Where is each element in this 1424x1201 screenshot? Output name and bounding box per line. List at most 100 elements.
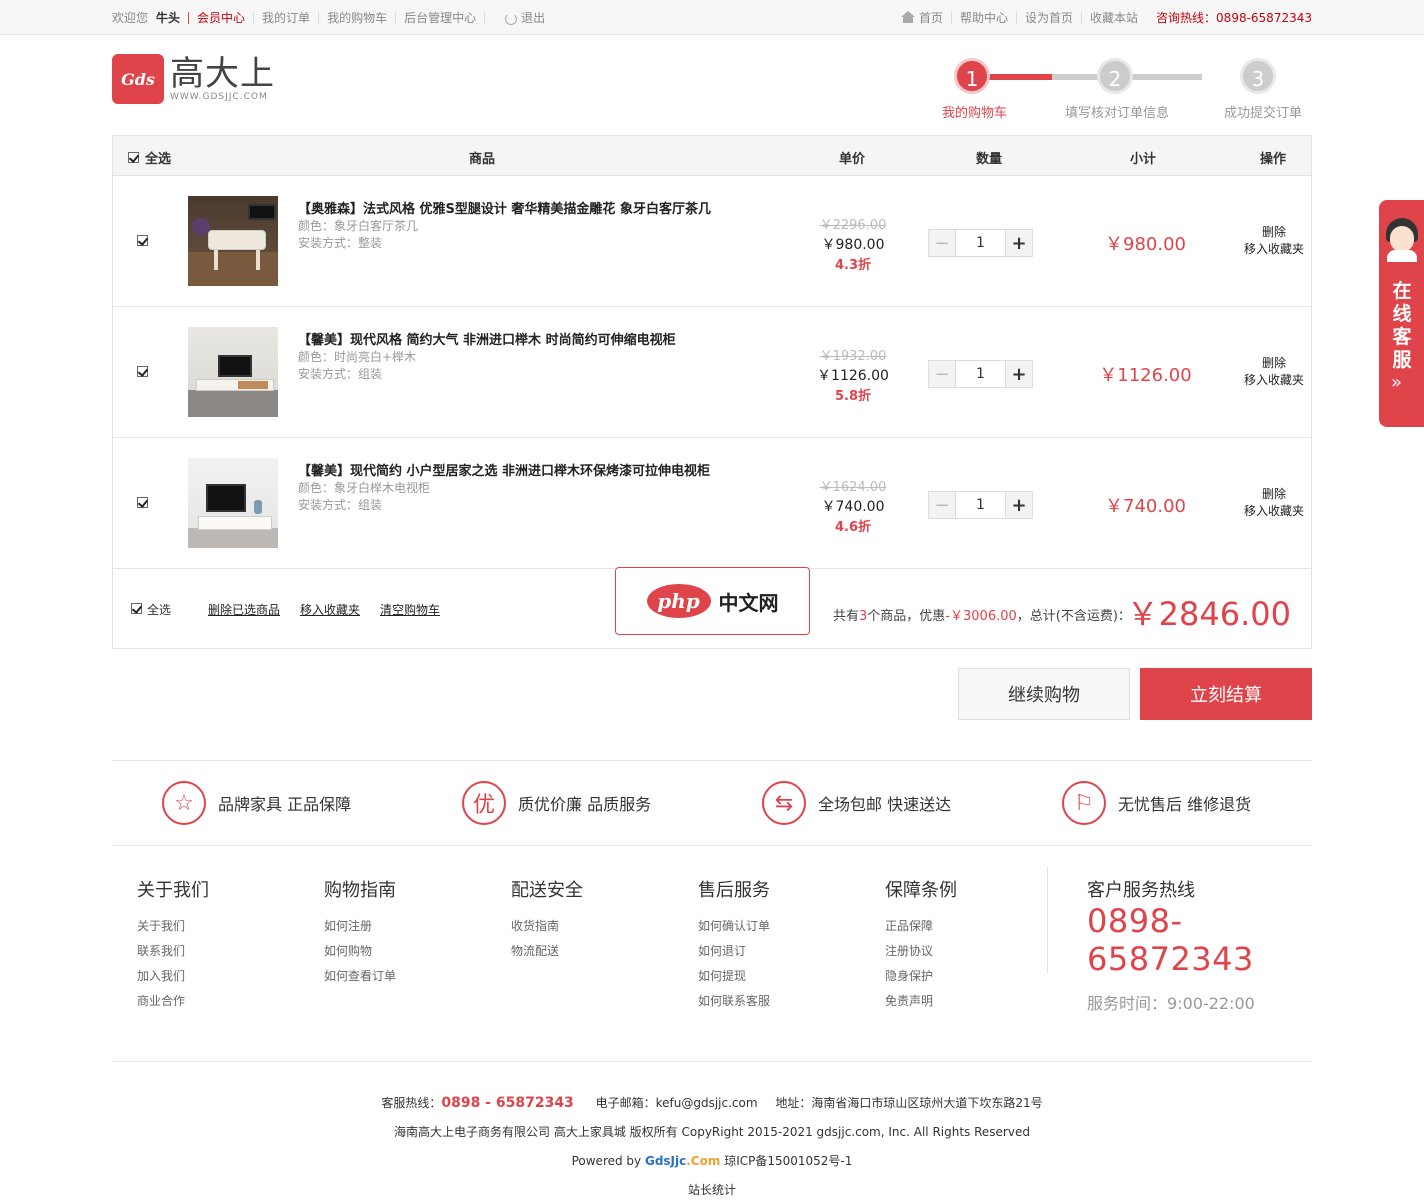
discount-rate: 4.3折 [834, 258, 872, 273]
checkout-button[interactable]: 立刻结算 [1140, 668, 1312, 720]
item-checkbox[interactable] [137, 497, 148, 508]
item-title[interactable]: 【馨美】现代风格 简约大气 非洲进口榉木 时尚简约可伸缩电视柜 [298, 329, 676, 348]
footer-col-terms: 保障条例 正品保障 注册协议 隐身保护 免责声明 [885, 876, 957, 1014]
move-fav-link[interactable]: 移入收藏夹 [300, 601, 360, 618]
footer-link[interactable]: 注册协议 [885, 939, 957, 964]
continue-shopping-button[interactable]: 继续购物 [958, 668, 1130, 720]
cart-table: 全选 商品 单价 数量 小计 操作 【奥雅森】法式风格 优雅S型腿设计 奢华精美… [112, 135, 1312, 649]
site-stats-link[interactable]: 站长统计 [112, 1181, 1312, 1198]
logo-mark: Gds [112, 54, 164, 104]
icp-number[interactable]: 琼ICP备15001052号-1 [720, 1154, 852, 1168]
decrease-button[interactable]: − [929, 361, 955, 387]
product-thumbnail[interactable] [188, 196, 278, 286]
bottom-address: 地址：海南省海口市琼山区琼州大道下坎东路21号 [775, 1096, 1043, 1110]
my-orders-link[interactable]: 我的订单 [262, 9, 310, 26]
footer-link[interactable]: 隐身保护 [885, 964, 957, 989]
footer-link[interactable]: 加入我们 [137, 964, 209, 989]
username[interactable]: 牛头 [156, 9, 180, 26]
move-to-fav-link[interactable]: 移入收藏夹 [1233, 503, 1315, 520]
move-to-fav-link[interactable]: 移入收藏夹 [1233, 241, 1315, 258]
footer-link[interactable]: 物流配送 [511, 939, 583, 964]
delete-link[interactable]: 删除 [1233, 355, 1315, 372]
cart-item: 【馨美】现代简约 小户型居家之选 非洲进口榉木环保烤漆可拉伸电视柜 颜色：象牙白… [113, 438, 1311, 569]
delete-link[interactable]: 删除 [1233, 224, 1315, 241]
home-icon [900, 10, 915, 23]
decrease-button[interactable]: − [929, 492, 955, 518]
item-subtotal: ￥980.00 [1105, 234, 1186, 255]
delete-selected-link[interactable]: 删除已选商品 [208, 601, 280, 618]
footer-link[interactable]: 如何购物 [324, 939, 396, 964]
unit-price: ￥740.00 [821, 499, 885, 515]
footer-link[interactable]: 免责声明 [885, 989, 957, 1014]
footer-select-all-checkbox[interactable] [131, 603, 142, 614]
star-icon: ☆ [162, 781, 206, 825]
quantity-stepper: − 1 + [928, 229, 1033, 257]
footer-select-all-label[interactable]: 全选 [147, 601, 171, 618]
help-center-link[interactable]: 帮助中心 [960, 9, 1008, 26]
decrease-button[interactable]: − [929, 230, 955, 256]
service-hotline: 客户服务热线 0898-65872343 服务时间：9:00-22:00 [1087, 876, 1312, 1014]
powered-brand[interactable]: GdsJjc [645, 1154, 686, 1168]
quantity-stepper: − 1 + [928, 360, 1033, 388]
logout-button[interactable]: 退出 [505, 9, 545, 26]
item-checkbox[interactable] [137, 235, 148, 246]
home-link[interactable]: 首页 [919, 9, 943, 26]
footer-link[interactable]: 关于我们 [137, 914, 209, 939]
welcome-text: 欢迎您 [112, 11, 149, 25]
footer-link[interactable]: 如何联系客服 [698, 989, 770, 1014]
clear-cart-link[interactable]: 清空购物车 [380, 601, 440, 618]
online-service-label: 在线客服 [1392, 280, 1412, 371]
member-center-link[interactable]: 会员中心 [197, 9, 245, 26]
quantity-input[interactable]: 1 [955, 361, 1006, 387]
php-cn: 中文网 [718, 590, 779, 615]
online-service-tab[interactable]: 在线客服 » [1379, 200, 1424, 427]
footer-col-aftersale: 售后服务 如何确认订单 如何退订 如何提现 如何联系客服 [698, 876, 770, 1014]
header-select-all[interactable]: 全选 [128, 148, 171, 167]
cart-summary: 共有3个商品，优惠-￥3006.00，总计(不含运费)： [833, 609, 1131, 624]
product-thumbnail[interactable] [188, 458, 278, 548]
step-3-label: 成功提交订单 [1224, 106, 1303, 121]
footer-link[interactable]: 如何注册 [324, 914, 396, 939]
footer-link[interactable]: 如何查看订单 [324, 964, 396, 989]
increase-button[interactable]: + [1006, 492, 1032, 518]
col-price: 单价 [839, 152, 866, 167]
cart-footer: 全选 删除已选商品 移入收藏夹 清空购物车 php 中文网 共有3个商品，优惠-… [113, 567, 1311, 648]
delete-link[interactable]: 删除 [1233, 486, 1315, 503]
set-homepage-link[interactable]: 设为首页 [1025, 9, 1073, 26]
admin-center-link[interactable]: 后台管理中心 [404, 9, 476, 26]
item-title[interactable]: 【奥雅森】法式风格 优雅S型腿设计 奢华精美描金雕花 象牙白客厅茶几 [298, 198, 711, 217]
footer-link[interactable]: 正品保障 [885, 914, 957, 939]
footer-link[interactable]: 商业合作 [137, 989, 209, 1014]
quantity-input[interactable]: 1 [955, 492, 1006, 518]
copyright-text: 海南高大上电子商务有限公司 高大上家具城 版权所有 CopyRight 2015… [394, 1125, 1030, 1139]
guarantee-item: ☆ 品牌家具 正品保障 [162, 781, 351, 825]
col-ops: 操作 [1260, 152, 1287, 167]
footer-link[interactable]: 如何退订 [698, 939, 770, 964]
select-all-checkbox[interactable] [128, 152, 139, 163]
quantity-stepper: − 1 + [928, 491, 1033, 519]
increase-button[interactable]: + [1006, 230, 1032, 256]
col-goods: 商品 [469, 152, 496, 167]
product-thumbnail[interactable] [188, 327, 278, 417]
unit-price: ￥980.00 [821, 237, 885, 253]
bookmark-link[interactable]: 收藏本站 [1090, 9, 1138, 26]
my-cart-link[interactable]: 我的购物车 [327, 9, 387, 26]
step-2-label: 填写核对订单信息 [1065, 106, 1170, 121]
original-price: ￥1932.00 [819, 349, 887, 364]
footer-link[interactable]: 收货指南 [511, 914, 583, 939]
flag-icon: ⚐ [1062, 781, 1106, 825]
footer-link[interactable]: 联系我们 [137, 939, 209, 964]
item-title[interactable]: 【馨美】现代简约 小户型居家之选 非洲进口榉木环保烤漆可拉伸电视柜 [298, 460, 710, 479]
increase-button[interactable]: + [1006, 361, 1032, 387]
footer-col-guide: 购物指南 如何注册 如何购物 如何查看订单 [324, 876, 396, 989]
footer-link[interactable]: 如何确认订单 [698, 914, 770, 939]
logo-en: WWW.GDSJJC.COM [170, 92, 268, 102]
item-ops: 删除 移入收藏夹 [1233, 224, 1315, 258]
item-checkbox[interactable] [137, 366, 148, 377]
unit-price: ￥1126.00 [817, 368, 889, 384]
quantity-input[interactable]: 1 [955, 230, 1006, 256]
footer-link[interactable]: 如何提现 [698, 964, 770, 989]
cart-item: 【奥雅森】法式风格 优雅S型腿设计 奢华精美描金雕花 象牙白客厅茶几 颜色：象牙… [113, 176, 1311, 307]
discount-rate: 5.8折 [834, 389, 872, 404]
move-to-fav-link[interactable]: 移入收藏夹 [1233, 372, 1315, 389]
